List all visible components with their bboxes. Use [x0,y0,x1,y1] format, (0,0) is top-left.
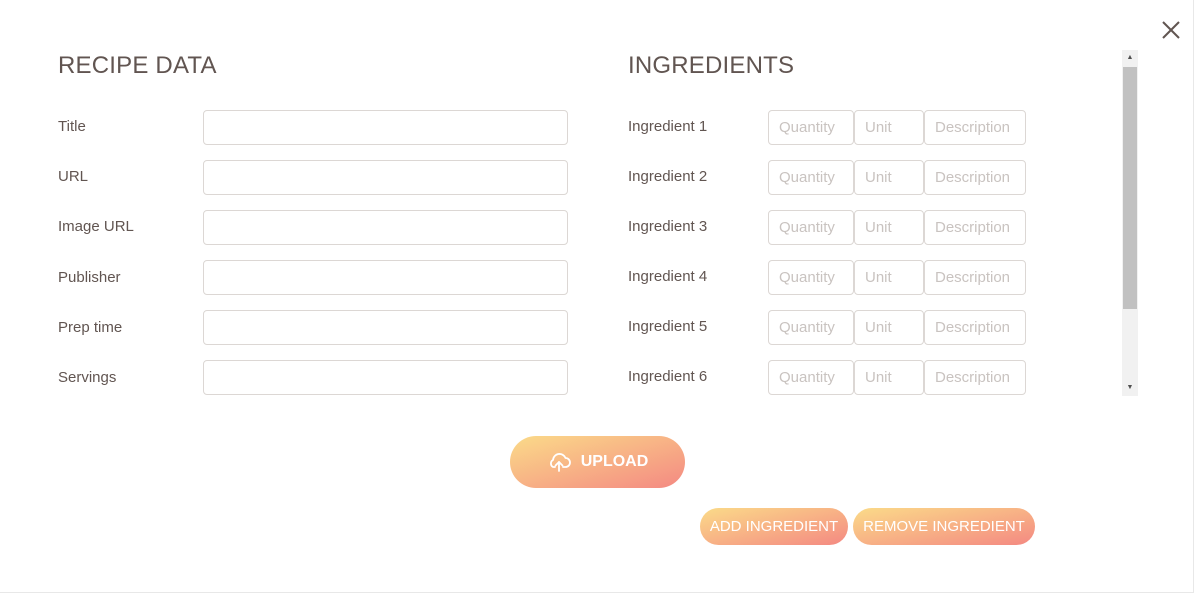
image-url-input[interactable] [203,210,568,245]
ingredient-1-label: Ingredient 1 [628,118,708,135]
ingredient-1-unit-input[interactable] [854,110,924,145]
ingredients-heading: INGREDIENTS [628,52,795,79]
ingredient-2-description-input[interactable] [924,160,1026,195]
servings-input[interactable] [203,360,568,395]
add-ingredient-button[interactable]: ADD INGREDIENT [700,508,848,545]
title-input[interactable] [203,110,568,145]
upload-button-label: UPLOAD [580,453,649,470]
servings-label: Servings [58,369,117,386]
scroll-up-arrow-icon[interactable]: ▲ [1122,50,1138,66]
scroll-down-arrow-icon[interactable]: ▼ [1122,380,1138,396]
ingredient-3-description-input[interactable] [924,210,1026,245]
remove-ingredient-button[interactable]: REMOVE INGREDIENT [853,508,1035,545]
url-input[interactable] [203,160,568,195]
ingredient-2-quantity-input[interactable] [768,160,854,195]
ingredient-5-description-input[interactable] [924,310,1026,345]
recipe-data-heading: RECIPE DATA [58,52,217,79]
ingredient-6-unit-input[interactable] [854,360,924,395]
ingredient-4-unit-input[interactable] [854,260,924,295]
ingredient-4-description-input[interactable] [924,260,1026,295]
ingredient-1-description-input[interactable] [924,110,1026,145]
ingredient-3-label: Ingredient 3 [628,218,708,235]
title-label: Title [58,118,86,135]
ingredients-scrollbar[interactable]: ▲ ▼ [1122,50,1138,396]
cloud-upload-icon [549,453,571,472]
close-icon [1162,21,1180,39]
ingredient-5-label: Ingredient 5 [628,318,708,335]
image-url-label: Image URL [58,218,134,235]
add-recipe-modal: RECIPE DATA INGREDIENTS Title URL Image … [0,0,1194,593]
ingredient-5-quantity-input[interactable] [768,310,854,345]
ingredient-4-quantity-input[interactable] [768,260,854,295]
ingredient-2-label: Ingredient 2 [628,168,708,185]
publisher-input[interactable] [203,260,568,295]
ingredient-6-label: Ingredient 6 [628,368,708,385]
close-button[interactable] [1158,17,1184,43]
ingredient-6-quantity-input[interactable] [768,360,854,395]
publisher-label: Publisher [58,269,121,286]
ingredient-3-quantity-input[interactable] [768,210,854,245]
ingredient-4-label: Ingredient 4 [628,268,708,285]
ingredient-1-quantity-input[interactable] [768,110,854,145]
url-label: URL [58,168,89,185]
ingredient-5-unit-input[interactable] [854,310,924,345]
ingredient-3-unit-input[interactable] [854,210,924,245]
prep-time-label: Prep time [58,319,123,336]
upload-button[interactable]: UPLOAD [510,436,685,488]
ingredient-2-unit-input[interactable] [854,160,924,195]
scrollbar-thumb[interactable] [1123,67,1137,309]
prep-time-input[interactable] [203,310,568,345]
ingredient-6-description-input[interactable] [924,360,1026,395]
